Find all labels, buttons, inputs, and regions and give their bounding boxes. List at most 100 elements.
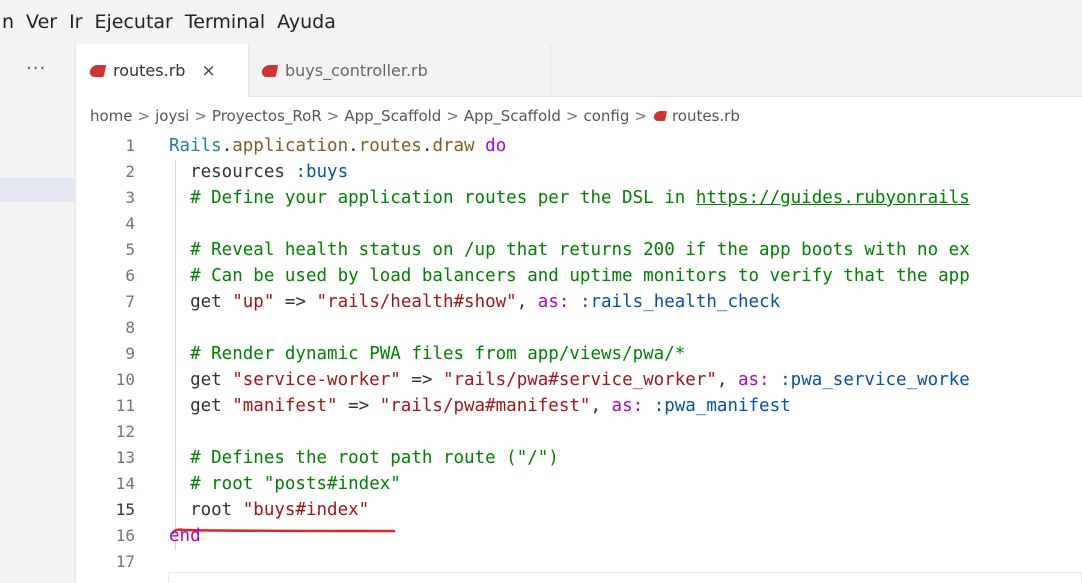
- menu-bar: n Ver Ir Ejecutar Terminal Ayuda: [0, 0, 1082, 44]
- code-token: "up": [232, 292, 275, 312]
- code-line[interactable]: 5 # Reveal health status on /up that ret…: [76, 237, 1082, 263]
- tab-routes-rb[interactable]: routes.rb ×: [76, 44, 249, 97]
- line-number: 12: [115, 422, 135, 441]
- code-text: get "manifest" => "rails/pwa#manifest", …: [169, 393, 791, 419]
- breadcrumb-item[interactable]: home: [90, 107, 133, 125]
- line-number: 15: [115, 500, 135, 519]
- code-text: resources :buys: [169, 159, 348, 185]
- code-line[interactable]: 7 get "up" => "rails/health#show", as: :…: [76, 289, 1082, 315]
- tab-buys-controller-rb[interactable]: buys_controller.rb: [249, 44, 551, 97]
- breadcrumb-item[interactable]: config: [583, 107, 629, 125]
- code-text: # Reveal health status on /up that retur…: [169, 237, 970, 263]
- code-text: Rails.application.routes.draw do: [169, 133, 506, 159]
- code-line[interactable]: 9 # Render dynamic PWA files from app/vi…: [76, 341, 1082, 367]
- breadcrumb: home > joysi > Proyectos_RoR > App_Scaff…: [90, 104, 740, 128]
- breadcrumb-item[interactable]: joysi: [155, 107, 189, 125]
- line-number: 2: [125, 162, 135, 181]
- code-line[interactable]: 1 Rails.application.routes.draw do: [76, 133, 1082, 159]
- breadcrumb-item[interactable]: routes.rb: [672, 107, 740, 125]
- code-token: "rails/health#show": [316, 292, 517, 312]
- code-token: # Render dynamic PWA files from app/view…: [190, 344, 686, 364]
- line-number: 4: [125, 214, 135, 233]
- sidebar-edge: ···: [0, 44, 76, 583]
- line-number: 17: [115, 552, 135, 571]
- code-line[interactable]: 3 # Define your application routes per t…: [76, 185, 1082, 211]
- editor-tab-bar: routes.rb × buys_controller.rb: [76, 44, 1082, 97]
- breadcrumb-separator: >: [326, 107, 340, 125]
- code-token[interactable]: https://guides.rubyonrails: [696, 188, 970, 208]
- breadcrumb-item[interactable]: Proyectos_RoR: [212, 107, 322, 125]
- code-token: as:: [537, 292, 570, 312]
- code-token: ,: [590, 396, 612, 416]
- ruby-file-icon: [88, 64, 107, 77]
- code-text: end: [169, 523, 201, 549]
- code-token: get: [169, 370, 233, 390]
- more-actions-icon[interactable]: ···: [26, 58, 46, 79]
- line-number: 13: [115, 448, 135, 467]
- menu-item-partial[interactable]: n: [0, 0, 20, 44]
- code-token: do: [485, 136, 507, 156]
- code-text: # Render dynamic PWA files from app/view…: [169, 341, 685, 367]
- line-number: 7: [125, 292, 135, 311]
- code-editor[interactable]: 1 Rails.application.routes.draw do 2 resou…: [76, 130, 1082, 583]
- line-number: 10: [115, 370, 135, 389]
- code-line[interactable]: 16 end: [76, 523, 1082, 549]
- code-token: get: [169, 292, 233, 312]
- menu-item-terminal[interactable]: Terminal: [179, 0, 271, 44]
- code-text: # Can be used by load balancers and upti…: [169, 263, 970, 289]
- code-token: resources: [169, 162, 296, 182]
- code-line[interactable]: 14 # root "posts#index": [76, 471, 1082, 497]
- code-text: get "up" => "rails/health#show", as: :ra…: [169, 289, 780, 315]
- line-number: 16: [115, 526, 135, 545]
- code-token: # Can be used by load balancers and upti…: [190, 266, 970, 286]
- code-line[interactable]: 11 get "manifest" => "rails/pwa#manifest…: [76, 393, 1082, 419]
- code-line[interactable]: 12: [76, 419, 1082, 445]
- code-line[interactable]: 13 # Defines the root path route ("/"): [76, 445, 1082, 471]
- breadcrumb-item[interactable]: App_Scaffold: [344, 107, 441, 125]
- menu-item-ayuda[interactable]: Ayuda: [271, 0, 342, 44]
- code-token: "buys#index": [242, 500, 370, 520]
- line-number: 5: [125, 240, 135, 259]
- code-line[interactable]: 10 get "service-worker" => "rails/pwa#se…: [76, 367, 1082, 393]
- breadcrumb-separator: >: [446, 107, 459, 125]
- code-text: get "service-worker" => "rails/pwa#servi…: [169, 367, 970, 393]
- code-token: # Reveal health status on /up that retur…: [190, 240, 970, 260]
- breadcrumb-separator: >: [565, 107, 579, 125]
- code-line[interactable]: 6 # Can be used by load balancers and up…: [76, 263, 1082, 289]
- line-number: 14: [115, 474, 135, 493]
- code-token: routes: [358, 136, 422, 156]
- close-icon[interactable]: ×: [201, 61, 215, 81]
- code-text: # Define your application routes per the…: [169, 185, 970, 211]
- code-text: # root "posts#index": [169, 471, 401, 497]
- code-token: =>: [400, 370, 443, 390]
- code-token: .: [421, 136, 433, 156]
- code-token: end: [169, 526, 201, 546]
- menu-item-ejecutar[interactable]: Ejecutar: [89, 0, 179, 44]
- code-line[interactable]: 8: [76, 315, 1082, 341]
- code-line[interactable]: 2 resources :buys: [76, 159, 1082, 185]
- menu-item-ver[interactable]: Ver: [20, 0, 63, 44]
- code-token: :rails_health_check: [579, 292, 781, 312]
- menu-item-ir[interactable]: Ir: [63, 0, 88, 44]
- tab-label: buys_controller.rb: [285, 61, 428, 80]
- code-token: "rails/pwa#manifest": [379, 396, 591, 416]
- line-number: 3: [125, 188, 135, 207]
- sidebar-selected-row[interactable]: [0, 178, 76, 202]
- breadcrumb-item[interactable]: App_Scaffold: [464, 107, 561, 125]
- code-line[interactable]: 4: [76, 211, 1082, 237]
- code-line[interactable]: 17: [76, 549, 1082, 575]
- code-token: as:: [737, 370, 770, 390]
- code-token: # Defines the root path route ("/"): [190, 448, 559, 468]
- code-line[interactable]: 15 root "buys#index": [76, 497, 1082, 523]
- line-number: 6: [125, 266, 135, 285]
- code-token: =>: [337, 396, 380, 416]
- code-token: .: [221, 136, 233, 156]
- code-token: application: [232, 136, 349, 156]
- code-token: # root "posts#index": [190, 474, 401, 494]
